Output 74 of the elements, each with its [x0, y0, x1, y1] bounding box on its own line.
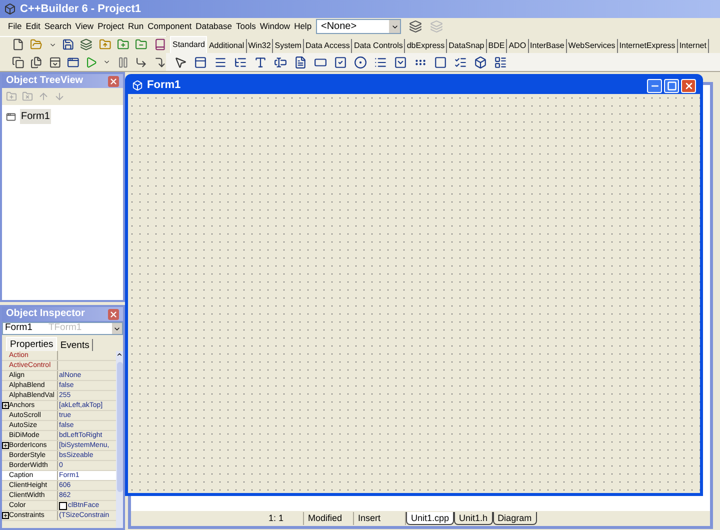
combo-box-icon[interactable]	[394, 56, 407, 69]
action-list-icon[interactable]	[494, 56, 507, 69]
list-box-icon[interactable]	[374, 56, 387, 69]
book-icon[interactable]	[154, 38, 166, 52]
cursor-position: 1: 1	[249, 512, 304, 526]
menu-item[interactable]: Component	[148, 20, 192, 34]
radio-button-icon[interactable]	[354, 56, 367, 69]
caret-icon[interactable]	[103, 58, 112, 66]
close-button[interactable]	[681, 78, 696, 92]
radio-group-icon[interactable]	[454, 56, 467, 69]
menu-item[interactable]: Database	[196, 20, 232, 34]
copy-icon[interactable]	[12, 56, 24, 69]
scroll-up-icon[interactable]	[116, 351, 123, 358]
checkbox-icon[interactable]	[334, 56, 347, 69]
file-tab[interactable]: Unit1.cpp	[406, 512, 454, 525]
maximize-icon	[666, 80, 676, 90]
frame-icon[interactable]	[194, 56, 207, 69]
add-to-project-icon[interactable]	[117, 38, 130, 52]
step-over-icon[interactable]	[154, 56, 166, 69]
menu-item[interactable]: Run	[128, 20, 144, 34]
group-box-icon[interactable]	[434, 56, 447, 69]
menu-item[interactable]: Search	[44, 20, 72, 34]
close-button[interactable]	[108, 308, 119, 320]
modified-status: Modified	[304, 512, 354, 526]
save-icon[interactable]	[62, 38, 74, 52]
window-title: C++Builder 6 - Project1	[20, 2, 142, 17]
memo-icon[interactable]	[294, 56, 307, 69]
toggle-form-icon[interactable]	[48, 56, 61, 69]
minimize-button[interactable]	[647, 78, 662, 92]
close-icon	[684, 80, 694, 90]
file-tab[interactable]: Unit1.h	[454, 512, 493, 525]
close-button[interactable]	[108, 76, 119, 86]
main-menu-icon[interactable]	[214, 56, 227, 69]
new-file-icon[interactable]	[12, 38, 24, 52]
pause-icon[interactable]	[117, 56, 130, 69]
window-icon[interactable]	[66, 56, 80, 69]
form-title: Form1	[147, 78, 181, 94]
pointer-icon[interactable]	[174, 56, 187, 69]
label-icon[interactable]	[254, 56, 267, 69]
menu-item[interactable]: File	[8, 20, 22, 34]
palette-tab[interactable]: Standard	[170, 36, 208, 54]
popup-menu-icon[interactable]	[234, 56, 247, 69]
menu-item[interactable]: Tools	[236, 20, 256, 34]
menu-item[interactable]: Edit	[26, 20, 40, 34]
color-swatch	[59, 502, 67, 510]
files-icon[interactable]	[30, 56, 43, 69]
menu-item[interactable]: Project	[98, 20, 124, 34]
form-icon	[132, 80, 143, 91]
edit-icon[interactable]	[274, 56, 287, 69]
form-icon	[6, 112, 16, 122]
panel-title: Object Inspector	[6, 309, 85, 319]
scroll-bar[interactable]	[116, 351, 123, 528]
open-project-icon[interactable]	[98, 38, 112, 52]
tree-item[interactable]: Form1	[20, 109, 51, 124]
component-combo[interactable]: <None>	[316, 19, 401, 34]
file-tab[interactable]: Diagram	[492, 512, 537, 525]
trace-into-icon[interactable]	[135, 56, 148, 69]
caret-icon[interactable]	[48, 40, 56, 49]
expand-icon[interactable]	[2, 512, 9, 519]
menu-item[interactable]: View	[75, 20, 94, 34]
component-icon[interactable]	[409, 20, 422, 34]
panel-title: Object TreeView	[6, 76, 84, 86]
menu-item[interactable]: Window	[260, 20, 290, 34]
button-icon[interactable]	[314, 56, 327, 69]
menu-item[interactable]: Help	[294, 20, 312, 34]
run-icon[interactable]	[85, 56, 98, 69]
remove-from-project-icon[interactable]	[135, 38, 148, 52]
expand-icon[interactable]	[2, 442, 9, 449]
app-icon	[4, 3, 16, 15]
save-all-icon[interactable]	[80, 38, 93, 52]
maximize-button[interactable]	[664, 78, 679, 92]
object-selector[interactable]: Form1 TForm1	[2, 322, 123, 335]
expand-icon[interactable]	[2, 402, 9, 409]
inspector-tab[interactable]: Properties	[6, 337, 58, 351]
